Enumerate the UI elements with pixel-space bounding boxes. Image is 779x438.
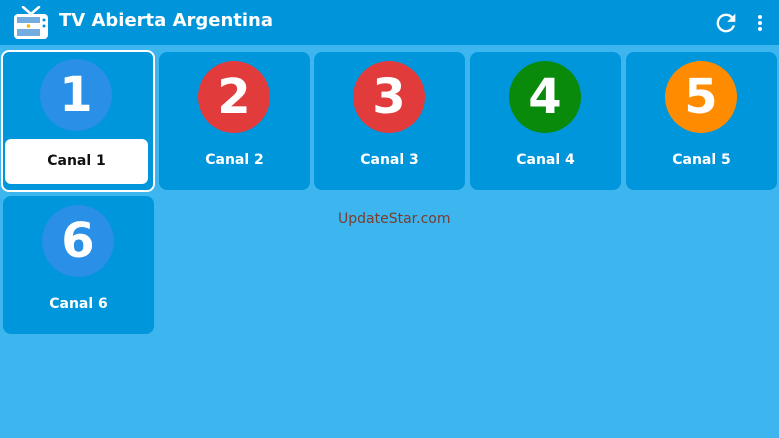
channel-tile-3[interactable]: 3 Canal 3 (314, 52, 465, 190)
channel-6-logo-icon: 6 (42, 205, 114, 277)
channel-1-logo-icon: 1 (40, 59, 112, 131)
channel-tile-1[interactable]: 1 Canal 1 (1, 50, 155, 192)
channel-tile-2[interactable]: 2 Canal 2 (159, 52, 310, 190)
channel-2-logo-icon: 2 (198, 61, 270, 133)
channel-tile-5[interactable]: 5 Canal 5 (626, 52, 777, 190)
channel-3-logo-icon: 3 (353, 61, 425, 133)
channel-tile-4[interactable]: 4 Canal 4 (470, 52, 621, 190)
refresh-icon[interactable] (712, 9, 740, 37)
channel-6-label: Canal 6 (49, 296, 108, 312)
channel-5-label: Canal 5 (672, 152, 731, 168)
channel-3-label: Canal 3 (360, 152, 419, 168)
channel-5-logo-icon: 5 (665, 61, 737, 133)
channel-4-label: Canal 4 (516, 152, 575, 168)
watermark-text: UpdateStar.com (338, 211, 451, 227)
app-title: TV Abierta Argentina (59, 10, 274, 31)
channel-4-logo-icon: 4 (509, 61, 581, 133)
channel-tile-6[interactable]: 6 Canal 6 (3, 196, 154, 334)
app-bar: TV Abierta Argentina (0, 0, 779, 45)
more-vert-icon[interactable] (748, 9, 772, 37)
channel-2-label: Canal 2 (205, 152, 264, 168)
tv-flag-icon (14, 6, 48, 39)
channel-1-label: Canal 1 (5, 139, 148, 184)
